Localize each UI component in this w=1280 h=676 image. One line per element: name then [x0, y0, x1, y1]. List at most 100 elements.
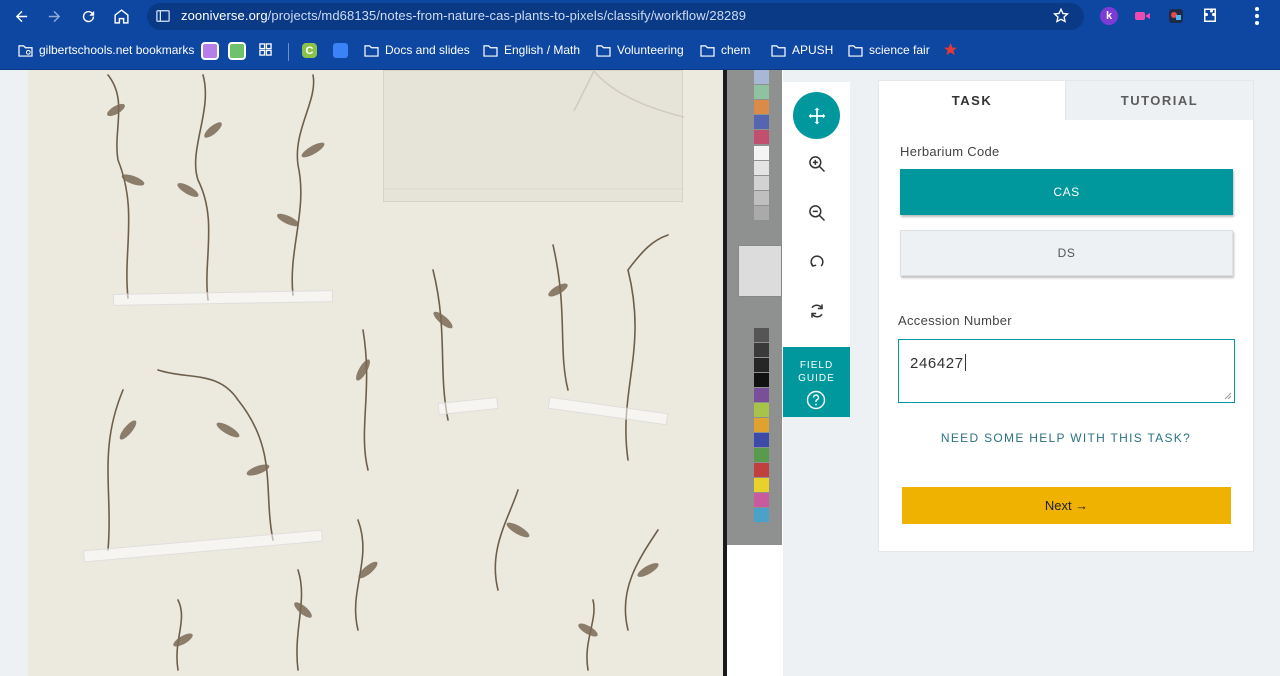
address-bar[interactable]: zooniverse.org/projects/md68135/notes-fr…	[147, 3, 1084, 30]
herbarium-code-label: Herbarium Code	[900, 144, 1000, 159]
zoom-out-button[interactable]	[793, 189, 840, 236]
apps-grid-icon	[259, 43, 272, 56]
color-swatch	[754, 115, 769, 129]
answer-ds-button[interactable]: DS	[900, 230, 1233, 276]
field-guide-label: FIELD GUIDE	[798, 360, 835, 384]
specimen-barcode-tag	[738, 245, 782, 297]
subject-viewer[interactable]	[28, 70, 783, 676]
bookmark-star-icon[interactable]	[1052, 7, 1070, 25]
bookmark-folder-docs[interactable]: Docs and slides	[364, 43, 470, 57]
forward-arrow-icon[interactable]	[41, 4, 67, 28]
accession-number-input[interactable]: 246427	[898, 339, 1235, 403]
color-swatch	[754, 100, 769, 114]
color-swatch	[754, 176, 769, 190]
task-help-link[interactable]: NEED SOME HELP WITH THIS TASK?	[879, 431, 1253, 445]
image-toolbar: FIELD GUIDE	[783, 82, 850, 417]
color-scale-ruler	[727, 70, 782, 545]
bookmark-green-app-icon[interactable]	[228, 42, 246, 60]
help-circle-icon	[806, 390, 826, 410]
accession-number-value: 246427	[910, 355, 964, 372]
task-panel: TASK TUTORIAL Herbarium Code CAS DS Acce…	[878, 80, 1254, 552]
bookmark-folder-volunteering[interactable]: Volunteering	[596, 43, 684, 57]
tab-tutorial[interactable]: TUTORIAL	[1065, 81, 1253, 120]
bookmark-label: Volunteering	[617, 43, 684, 57]
bookmark-label: science fair	[869, 43, 930, 57]
bookmark-managed-folder[interactable]: gilbertschools.net bookmarks	[18, 43, 194, 57]
bookmark-folder-science-fair[interactable]: science fair	[848, 43, 930, 57]
color-swatch	[754, 206, 769, 220]
color-swatch	[754, 70, 769, 84]
color-swatch	[754, 448, 769, 462]
bookmark-label: gilbertschools.net bookmarks	[39, 43, 195, 57]
extensions-puzzle-icon[interactable]	[1201, 7, 1219, 25]
move-arrows-icon	[808, 107, 825, 124]
color-swatch	[754, 478, 769, 492]
url-path: /projects/md68135/notes-from-nature-cas-…	[267, 8, 747, 23]
plant-specimens-drawing	[107, 74, 669, 671]
color-swatch	[754, 493, 769, 507]
next-button[interactable]: Next →	[902, 487, 1231, 524]
browser-toolbar: zooniverse.org/projects/md68135/notes-fr…	[0, 0, 1280, 33]
bookmark-label: APUSH	[792, 43, 834, 57]
bookmarks-bar: gilbertschools.net bookmarks C Docs and …	[0, 33, 1280, 70]
extension-shapes-icon[interactable]	[1167, 7, 1185, 25]
managed-folder-icon	[18, 44, 33, 57]
reload-icon[interactable]	[75, 4, 101, 28]
bookmark-folder-english-math[interactable]: English / Math	[483, 43, 580, 57]
rotate-button[interactable]	[793, 237, 840, 284]
folder-icon	[848, 44, 863, 57]
reset-view-button[interactable]	[793, 287, 840, 334]
bookmark-star-favicon[interactable]	[943, 42, 958, 57]
color-swatch	[754, 373, 769, 387]
refresh-icon	[810, 303, 823, 318]
bookmark-blue-app-icon[interactable]	[333, 43, 348, 58]
url-text[interactable]: zooniverse.org/projects/md68135/notes-fr…	[181, 8, 746, 23]
folder-icon	[364, 44, 379, 57]
zoom-in-icon	[808, 155, 825, 172]
color-swatch	[754, 161, 769, 175]
extension-video-icon[interactable]	[1133, 7, 1151, 25]
color-swatch	[754, 433, 769, 447]
url-host: zooniverse.org	[181, 8, 268, 23]
folder-icon	[483, 44, 498, 57]
field-guide-button[interactable]: FIELD GUIDE	[783, 347, 850, 417]
zoom-in-button[interactable]	[793, 140, 840, 187]
folder-icon	[596, 44, 611, 57]
accession-number-label: Accession Number	[898, 313, 1012, 328]
color-swatch	[754, 343, 769, 357]
bookmark-label: chem	[721, 43, 751, 57]
color-swatch	[754, 130, 769, 144]
red-star-icon	[943, 42, 958, 56]
color-swatch	[754, 388, 769, 402]
bookmark-apps[interactable]	[258, 43, 273, 56]
site-info-icon[interactable]	[156, 9, 170, 23]
folder-icon	[771, 44, 786, 57]
color-swatch	[754, 191, 769, 205]
bookmark-c-icon[interactable]: C	[302, 43, 317, 58]
bookmarks-divider	[288, 43, 289, 61]
color-swatch	[754, 358, 769, 372]
bookmark-folder-chem[interactable]: chem	[700, 43, 750, 57]
browser-menu-icon[interactable]	[1254, 6, 1260, 26]
pan-tool-button[interactable]	[793, 92, 840, 139]
bookmark-folder-apush[interactable]: APUSH	[771, 43, 833, 57]
color-swatch	[754, 463, 769, 477]
color-swatch	[754, 85, 769, 99]
color-swatch	[754, 508, 769, 522]
herbarium-sheet-image	[28, 70, 723, 676]
bookmark-label: English / Math	[504, 43, 581, 57]
classify-page: FIELD GUIDE TASK TUTORIAL Herbarium Code…	[0, 70, 1280, 676]
resize-grip-icon[interactable]	[1224, 392, 1232, 400]
bookmark-label: Docs and slides	[385, 43, 470, 57]
folder-icon	[700, 44, 715, 57]
color-swatch	[754, 328, 769, 342]
answer-cas-button[interactable]: CAS	[900, 169, 1233, 215]
extension-k-icon[interactable]: k	[1100, 7, 1118, 25]
zoom-out-icon	[808, 204, 825, 221]
back-arrow-icon[interactable]	[8, 4, 34, 28]
home-icon[interactable]	[108, 4, 134, 28]
tab-task[interactable]: TASK	[879, 81, 1065, 120]
color-swatch	[754, 146, 769, 160]
bookmark-purple-app-icon[interactable]	[201, 42, 219, 60]
rotate-icon	[809, 254, 824, 267]
